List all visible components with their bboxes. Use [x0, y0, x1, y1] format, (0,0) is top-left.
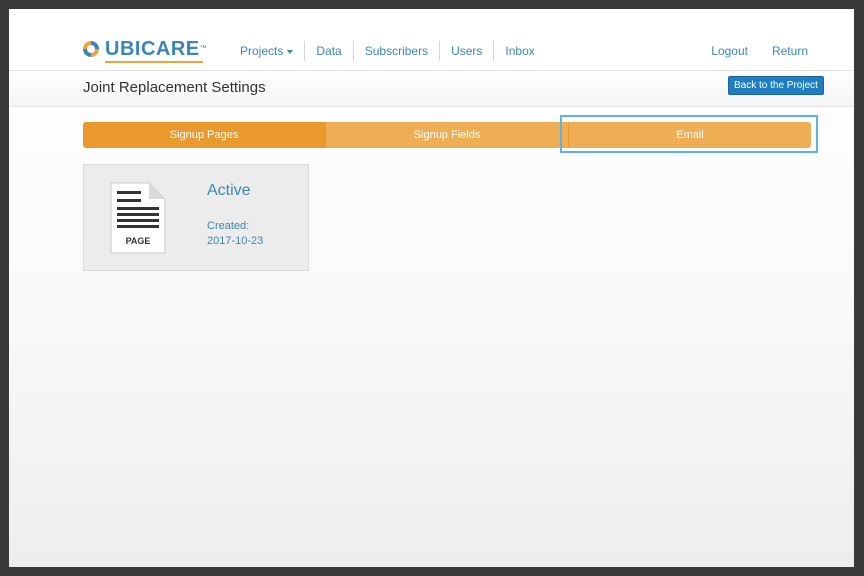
- app-window: UBICARE™ Projects Data Subscribers Users…: [9, 9, 854, 567]
- tab-signup-pages[interactable]: Signup Pages: [83, 122, 326, 148]
- ubicare-logo-icon: [83, 41, 99, 57]
- ubicare-logo[interactable]: UBICARE™: [82, 37, 208, 63]
- created-date: 2017-10-23: [207, 235, 264, 247]
- logout-link[interactable]: Logout: [711, 41, 748, 61]
- settings-tabs: Signup Pages Signup Fields Email: [83, 122, 811, 148]
- nav-users[interactable]: Users: [440, 41, 495, 61]
- nav-projects-label: Projects: [240, 44, 284, 58]
- brand-name: UBICARE™: [105, 38, 208, 63]
- page-document-icon: PAGE: [110, 182, 166, 254]
- tab-signup-fields[interactable]: Signup Fields: [326, 122, 569, 148]
- signup-page-card[interactable]: PAGE Active Created: 2017-10-23: [83, 164, 309, 271]
- created-label: Created:: [207, 220, 250, 232]
- nav-subscribers[interactable]: Subscribers: [354, 41, 441, 61]
- caret-down-icon: [287, 49, 294, 54]
- back-to-project-button[interactable]: Back to the Project: [728, 76, 824, 95]
- page-icon-caption: PAGE: [126, 236, 151, 246]
- nav-data[interactable]: Data: [305, 41, 354, 61]
- tab-email[interactable]: Email: [569, 122, 811, 148]
- page-header: Joint Replacement Settings Back to the P…: [9, 71, 854, 107]
- nav-projects[interactable]: Projects: [229, 41, 306, 61]
- page-title: Joint Replacement Settings: [83, 79, 266, 96]
- main-menu: Projects Data Subscribers Users Inbox: [229, 41, 546, 61]
- trademark-symbol: ™: [199, 45, 208, 52]
- brand-name-text: UBICARE: [105, 38, 200, 60]
- account-links: Logout Return: [687, 41, 808, 61]
- nav-inbox[interactable]: Inbox: [494, 41, 545, 61]
- return-link[interactable]: Return: [772, 41, 808, 61]
- card-status: Active: [207, 182, 251, 199]
- top-navbar: UBICARE™ Projects Data Subscribers Users…: [9, 9, 854, 71]
